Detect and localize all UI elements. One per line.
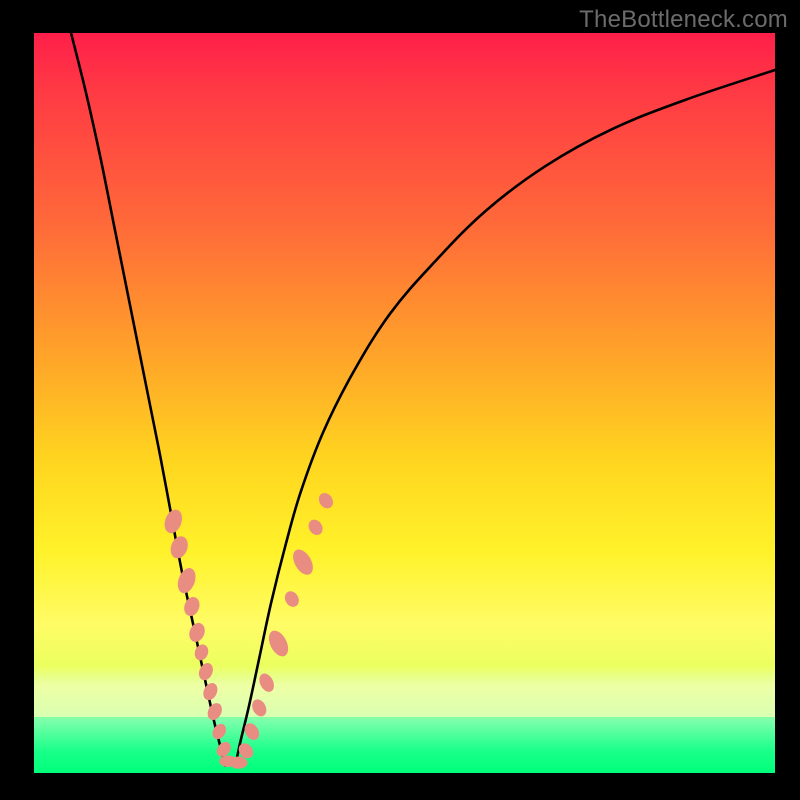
curves-svg <box>34 33 775 773</box>
data-marker <box>316 490 336 511</box>
data-marker <box>182 595 202 618</box>
data-marker <box>161 507 185 536</box>
data-marker <box>289 546 317 578</box>
data-marker <box>196 661 215 683</box>
data-marker <box>282 589 301 610</box>
data-marker <box>256 671 276 694</box>
data-marker <box>187 621 208 645</box>
data-marker <box>201 681 221 703</box>
data-marker <box>175 566 199 596</box>
data-marker <box>230 757 248 769</box>
curve-right-branch <box>236 70 775 766</box>
data-marker <box>306 517 326 538</box>
data-marker <box>249 697 269 719</box>
data-marker <box>192 642 210 662</box>
data-marker <box>205 701 225 723</box>
data-marker <box>210 721 229 741</box>
plot-area <box>34 33 775 773</box>
chart-stage: TheBottleneck.com <box>0 0 800 800</box>
watermark-text: TheBottleneck.com <box>579 6 788 34</box>
data-marker <box>265 627 292 659</box>
data-marker <box>168 534 191 561</box>
